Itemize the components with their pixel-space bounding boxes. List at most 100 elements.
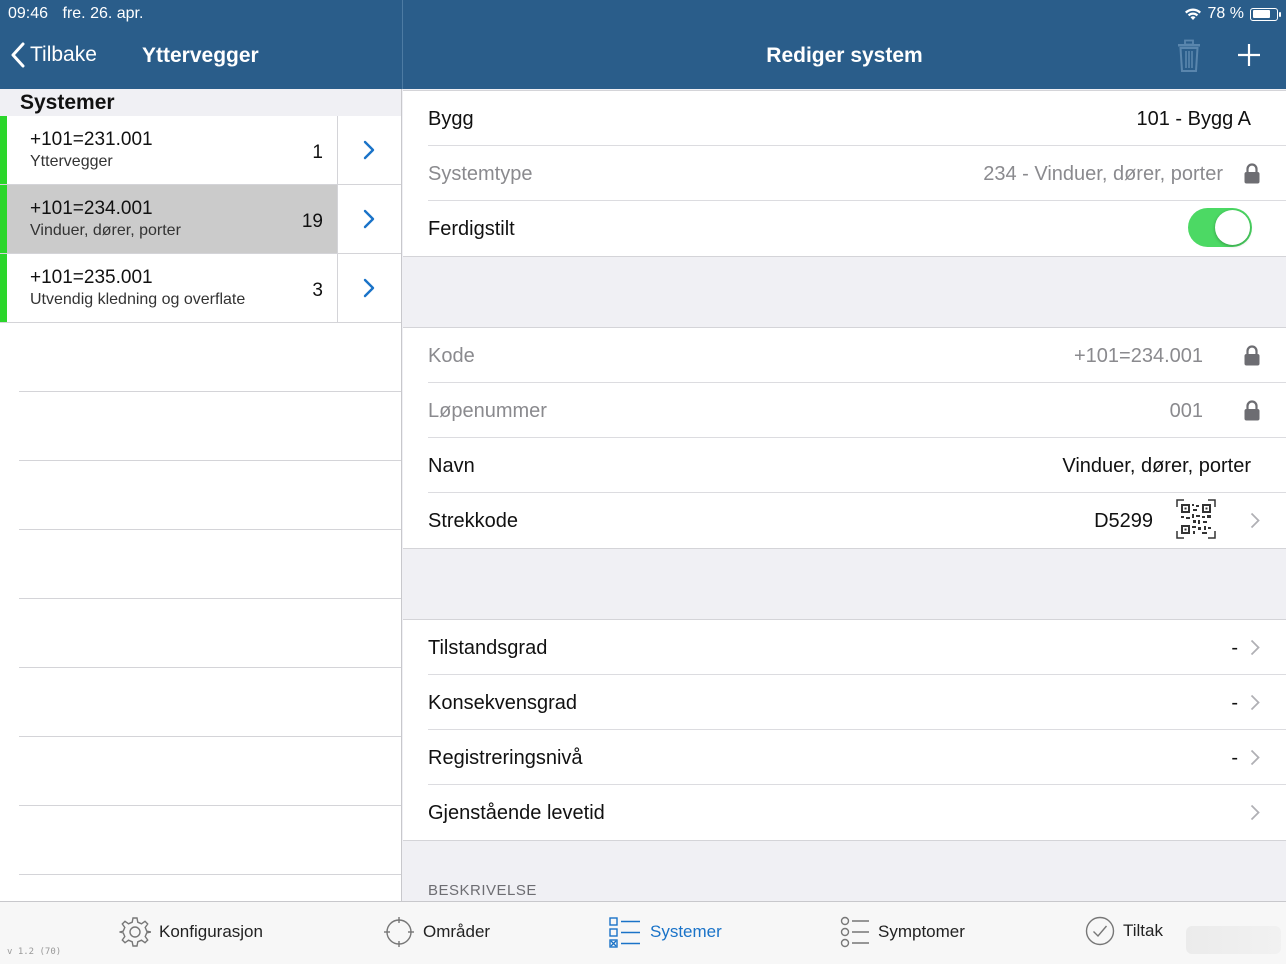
row-registreringsniva[interactable]: Registreringsnivå - <box>428 730 1286 785</box>
ferdigstilt-label: Ferdigstilt <box>428 218 515 240</box>
lock-icon <box>1244 400 1260 421</box>
registreringsniva-value: - <box>1231 747 1238 769</box>
empty-row <box>19 668 401 737</box>
tab-symptomer[interactable]: Symptomer <box>840 916 965 948</box>
system-code: +101=231.001 <box>30 129 153 150</box>
tab-label: Symptomer <box>878 922 965 941</box>
tilstandsgrad-label: Tilstandsgrad <box>428 637 548 659</box>
check-circle-icon <box>1085 916 1115 946</box>
tab-label: Konfigurasjon <box>159 922 263 941</box>
systems-list-panel: Systemer +101=231.001 Yttervegger 1 +101… <box>0 89 402 901</box>
qr-code-icon <box>1176 499 1216 539</box>
blurred-overlay <box>1186 926 1281 954</box>
list-icon <box>840 916 869 948</box>
wifi-icon <box>1184 8 1201 20</box>
list-title: Yttervegger <box>142 44 259 67</box>
konsekvensgrad-value: - <box>1231 692 1238 714</box>
row-gjenstaende-levetid[interactable]: Gjenstående levetid <box>428 785 1286 840</box>
empty-row <box>19 806 401 875</box>
page-title: Rediger system <box>766 44 923 67</box>
chevron-right-icon <box>363 278 375 298</box>
form-group-general: Bygg 101 - Bygg A Systemtype 234 - Vindu… <box>403 90 1286 257</box>
row-tilstandsgrad[interactable]: Tilstandsgrad - <box>428 620 1286 675</box>
battery-fill <box>1252 10 1270 18</box>
chevron-right-icon <box>1250 749 1260 766</box>
tab-label: Tiltak <box>1123 921 1163 940</box>
tab-bar: Konfigurasjon Områder Systemer Symptomer… <box>0 901 1286 964</box>
ferdigstilt-toggle[interactable] <box>1188 208 1252 247</box>
tab-tiltak[interactable]: Tiltak <box>1085 916 1163 946</box>
back-label: Tilbake <box>30 43 97 66</box>
status-date: fre. 26. apr. <box>62 5 144 22</box>
gear-icon <box>119 917 151 947</box>
back-button[interactable]: Tilbake <box>10 42 97 68</box>
strekkode-value: D5299 <box>1094 510 1153 532</box>
list-item[interactable]: +101=235.001 Utvendig kledning og overfl… <box>0 254 401 323</box>
chevron-right-icon <box>363 140 375 160</box>
bygg-value: 101 - Bygg A <box>1136 108 1251 130</box>
list-item[interactable]: +101=231.001 Yttervegger 1 <box>0 116 401 185</box>
navn-label: Navn <box>428 455 475 477</box>
lopenummer-label: Løpenummer <box>428 400 547 422</box>
detail-disclosure-button[interactable] <box>337 116 401 184</box>
system-count: 1 <box>312 142 323 163</box>
systemtype-label: Systemtype <box>428 163 533 185</box>
battery-percent: 78 % <box>1207 5 1244 22</box>
tab-systemer[interactable]: Systemer <box>608 916 722 948</box>
row-kode: Kode +101=234.001 <box>428 328 1286 383</box>
system-name: Utvendig kledning og overflate <box>30 291 246 308</box>
list-item-selected[interactable]: +101=234.001 Vinduer, dører, porter 19 <box>0 185 401 254</box>
bygg-label: Bygg <box>428 108 474 130</box>
crosshair-icon <box>384 917 414 947</box>
system-name: Yttervegger <box>30 153 113 170</box>
empty-row <box>19 530 401 599</box>
battery-icon <box>1250 7 1281 21</box>
tab-konfigurasjon[interactable]: Konfigurasjon <box>119 916 263 948</box>
status-bar-right: 78 % <box>1184 5 1281 23</box>
empty-row <box>19 392 401 461</box>
form-group-identity: Kode +101=234.001 Løpenummer 001 Navn Vi… <box>403 327 1286 549</box>
empty-row <box>19 599 401 668</box>
row-ferdigstilt: Ferdigstilt <box>428 201 1286 256</box>
strekkode-label: Strekkode <box>428 510 519 532</box>
row-strekkode[interactable]: Strekkode D5299 <box>428 493 1286 548</box>
status-bar-green <box>0 254 7 322</box>
registreringsniva-label: Registreringsnivå <box>428 747 583 769</box>
status-bar-left: 09:46 fre. 26. apr. <box>8 5 153 23</box>
trash-icon[interactable] <box>1176 39 1202 73</box>
nav-header: 09:46 fre. 26. apr. 78 % Tilbake Ytterve… <box>0 0 1286 89</box>
tab-omrader[interactable]: Områder <box>383 916 490 948</box>
empty-row <box>19 737 401 806</box>
tab-label: Systemer <box>650 922 722 941</box>
checklist-icon <box>609 917 640 948</box>
gjenstaende-label: Gjenstående levetid <box>428 802 605 824</box>
detail-disclosure-button[interactable] <box>337 185 401 253</box>
system-count: 3 <box>312 280 323 301</box>
konsekvensgrad-label: Konsekvensgrad <box>428 692 577 714</box>
systemtype-value: 234 - Vinduer, dører, porter <box>983 163 1223 185</box>
chevron-left-icon <box>11 42 25 68</box>
detail-disclosure-button[interactable] <box>337 254 401 322</box>
chevron-right-icon <box>1250 694 1260 711</box>
chevron-right-icon <box>1250 639 1260 656</box>
form-group-assessment: Tilstandsgrad - Konsekvensgrad - Registr… <box>403 619 1286 841</box>
row-bygg[interactable]: Bygg 101 - Bygg A <box>428 91 1286 146</box>
plus-icon[interactable] <box>1236 42 1262 68</box>
chevron-right-icon <box>1250 512 1260 529</box>
lock-icon <box>1244 345 1260 366</box>
row-konsekvensgrad[interactable]: Konsekvensgrad - <box>428 675 1286 730</box>
row-navn[interactable]: Navn Vinduer, dører, porter <box>428 438 1286 493</box>
lock-icon <box>1244 163 1260 184</box>
status-time: 09:46 <box>8 5 49 22</box>
tab-label: Områder <box>423 922 491 941</box>
chevron-right-icon <box>363 209 375 229</box>
system-count: 19 <box>301 211 323 232</box>
section-header-beskrivelse: BESKRIVELSE <box>428 882 537 899</box>
system-name: Vinduer, dører, porter <box>30 222 181 239</box>
row-systemtype: Systemtype 234 - Vinduer, dører, porter <box>428 146 1286 201</box>
tilstandsgrad-value: - <box>1231 637 1238 659</box>
version-label: v 1.2 (70) <box>7 947 62 957</box>
status-bar-green <box>0 185 7 253</box>
